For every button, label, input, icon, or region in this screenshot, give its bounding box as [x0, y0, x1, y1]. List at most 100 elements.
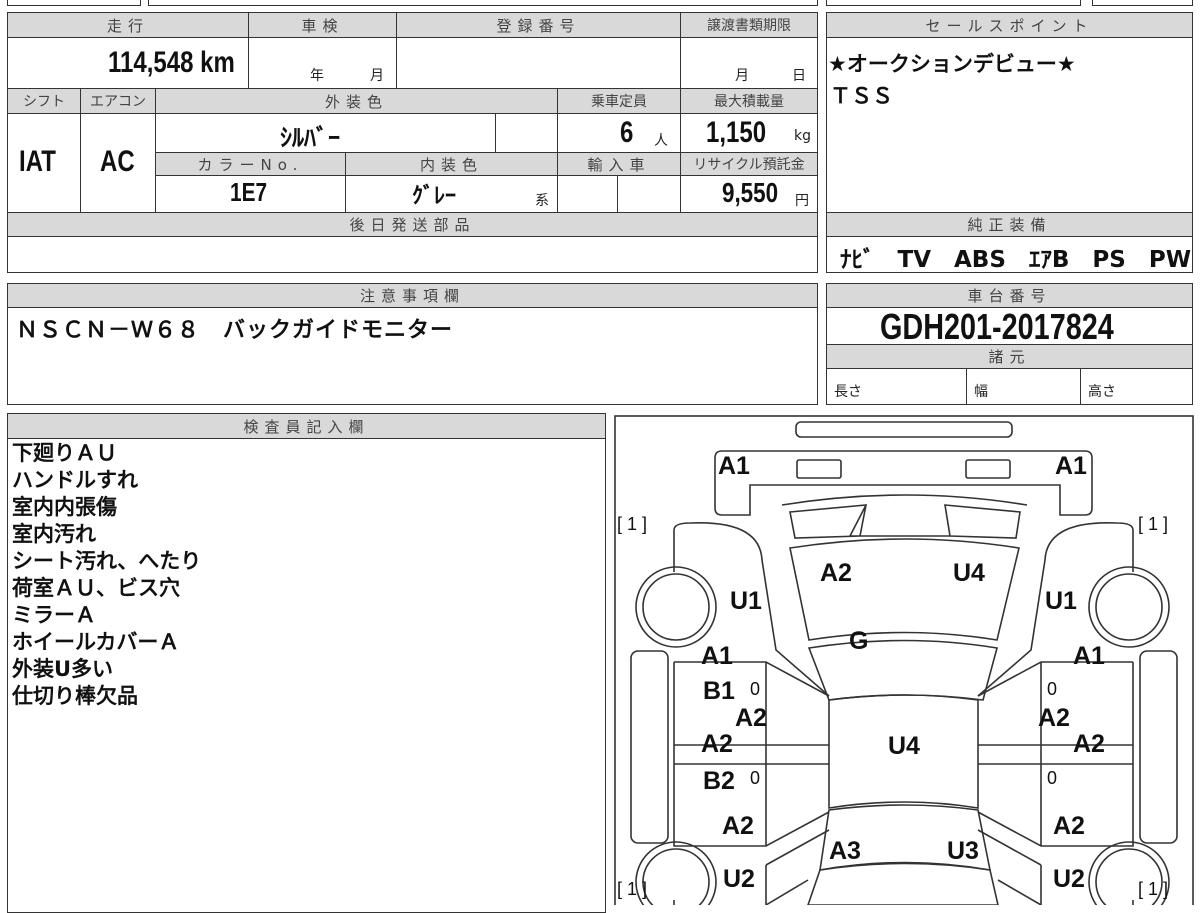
label-hood-1: A2 [820, 559, 852, 587]
notes-value: ＮＳＣＮ－Ｗ６８ バックガイドモニター [16, 318, 454, 343]
specs-header: 諸元 [826, 344, 1193, 369]
sales-point-header: セールスポイント [826, 12, 1193, 38]
label-tire-rr: [ 1 ] [1138, 879, 1168, 899]
registration-header: 登録番号 [396, 12, 681, 38]
equipment-value: ﾅﾋﾞ TV ABS ｴｱB PS PW [840, 247, 1192, 273]
capacity-unit: 人 [654, 133, 668, 149]
shift-value: IAT [19, 145, 56, 178]
spec-height-label: 高さ [1088, 384, 1116, 400]
later-parts-header: 後日発送部品 [7, 212, 818, 237]
label-quarter-r: A2 [1053, 812, 1085, 840]
interior-color-value: ｸﾞﾚｰ [412, 184, 457, 209]
import-cell-2 [617, 175, 681, 213]
inspector-notes-list: 下廻りＡＵ ハンドルすれ 室内内張傷 室内汚れ シート汚れ、へたり 荷室ＡＵ、ビ… [12, 440, 201, 710]
hood [789, 538, 1020, 641]
sales-point-line-2: ＴＳＳ [830, 84, 893, 108]
import-cell-1 [557, 175, 618, 213]
car-damage-diagram: A1 A1 [ 1 ] [ 1 ] A2 U4 U1 U1 G A1 A1 B1… [614, 415, 1194, 905]
recycle-unit: 円 [795, 193, 809, 209]
chassis-value: GDH201-2017824 [880, 306, 1114, 347]
max-load-value: 1,150 [706, 116, 767, 149]
top-cut-box-2 [148, 0, 818, 6]
mileage-header: 走行 [7, 12, 249, 38]
wheel-fl [635, 566, 717, 648]
inspector-note: 室内内張傷 [12, 495, 117, 519]
label-trunk-1: A3 [829, 837, 861, 865]
max-load-unit: kg [794, 128, 811, 144]
wheel-rl [635, 841, 717, 905]
exterior-color-header: 外装色 [155, 88, 558, 114]
color-no-value: 1E7 [230, 177, 268, 207]
label-tire-fr: [ 1 ] [1138, 514, 1168, 534]
side-skirt-right [1139, 650, 1178, 844]
label-fender-fr: U1 [1045, 587, 1077, 615]
label-door-rl: A2 [701, 730, 733, 758]
wheel-fr [1088, 566, 1170, 648]
equipment-header: 純正装備 [826, 212, 1193, 237]
inspector-header: 検査員記入欄 [7, 413, 606, 439]
aircon-value: AC [100, 145, 135, 178]
inspector-note: ハンドルすれ [12, 468, 138, 492]
label-sill-l: A2 [735, 704, 767, 732]
color-no-header: カラーNo. [155, 152, 346, 176]
import-header: 輸入車 [557, 152, 681, 176]
label-tire-rl: [ 1 ] [617, 879, 647, 899]
front-bumper [714, 450, 1093, 516]
trunk [807, 862, 999, 905]
inspector-note: 荷室ＡＵ、ビス穴 [12, 576, 180, 600]
label-roof: U4 [888, 732, 920, 760]
label-sill-r: A2 [1038, 704, 1070, 732]
headlight-left [796, 459, 842, 479]
label-door-rr: A2 [1073, 730, 1105, 758]
label-door-fl: A1 [701, 642, 733, 670]
label-front-bumper-right: A1 [1055, 452, 1087, 480]
side-skirt-left [630, 650, 669, 844]
later-parts-cell [7, 236, 818, 273]
grille [781, 494, 1028, 539]
label-rear-r: U2 [1053, 865, 1085, 893]
deadline-header: 譲渡書類期限 [680, 12, 818, 38]
label-tire-fl: [ 1 ] [617, 514, 647, 534]
inspector-note: シート汚れ、へたり [12, 549, 202, 573]
label-fender-fl: U1 [730, 587, 762, 615]
inspector-note: 仕切り棒欠品 [12, 684, 138, 708]
inspector-note: 下廻りＡＵ [12, 441, 117, 465]
aircon-header: エアコン [80, 88, 156, 114]
label-quarter-l: A2 [722, 812, 754, 840]
inspection-month: 月 [370, 68, 384, 84]
sales-point-line-1: ★オークションデビュー★ [828, 52, 1076, 76]
front-bumper-bar [795, 421, 1013, 438]
deadline-day: 日 [792, 68, 806, 84]
windshield [807, 639, 999, 701]
recycle-value: 9,550 [722, 177, 779, 208]
interior-color-header: 内装色 [345, 152, 558, 176]
label-pillar-r-mark: 0 [1047, 679, 1057, 699]
top-cut-box-4 [1092, 0, 1193, 6]
mileage-value: 114,548 km [108, 46, 235, 79]
label-windshield: G [849, 627, 868, 655]
inspector-note: 外装U多い [12, 657, 114, 681]
label-pillar-l: B1 [703, 677, 735, 705]
interior-color-suffix: 系 [535, 193, 549, 209]
max-load-header: 最大積載量 [680, 88, 818, 114]
deadline-month: 月 [735, 68, 749, 84]
top-cut-box-3 [826, 0, 1081, 6]
notes-header: 注意事項欄 [7, 283, 818, 308]
label-pillar-r2-mark: 0 [1047, 768, 1057, 788]
spec-length-label: 長さ [834, 384, 862, 400]
chassis-header: 車台番号 [826, 283, 1193, 308]
label-hood-2: U4 [953, 559, 985, 587]
capacity-value: 6 [620, 116, 634, 149]
top-cut-box-1 [7, 0, 141, 6]
inspector-note: ホイールカバーＡ [12, 630, 180, 654]
spec-width-label: 幅 [974, 384, 988, 400]
label-front-bumper-left: A1 [718, 452, 750, 480]
label-pillar-l2: B2 [703, 767, 735, 795]
inspector-note: 室内汚れ [12, 522, 96, 546]
label-door-fr: A1 [1073, 642, 1105, 670]
exterior-color-value: ｼﾙﾊﾞｰ [280, 124, 340, 152]
headlight-right [965, 459, 1011, 479]
label-pillar-l2-mark: 0 [750, 768, 760, 788]
capacity-header: 乗車定員 [557, 88, 681, 114]
inspector-note: ミラーＡ [12, 603, 96, 627]
